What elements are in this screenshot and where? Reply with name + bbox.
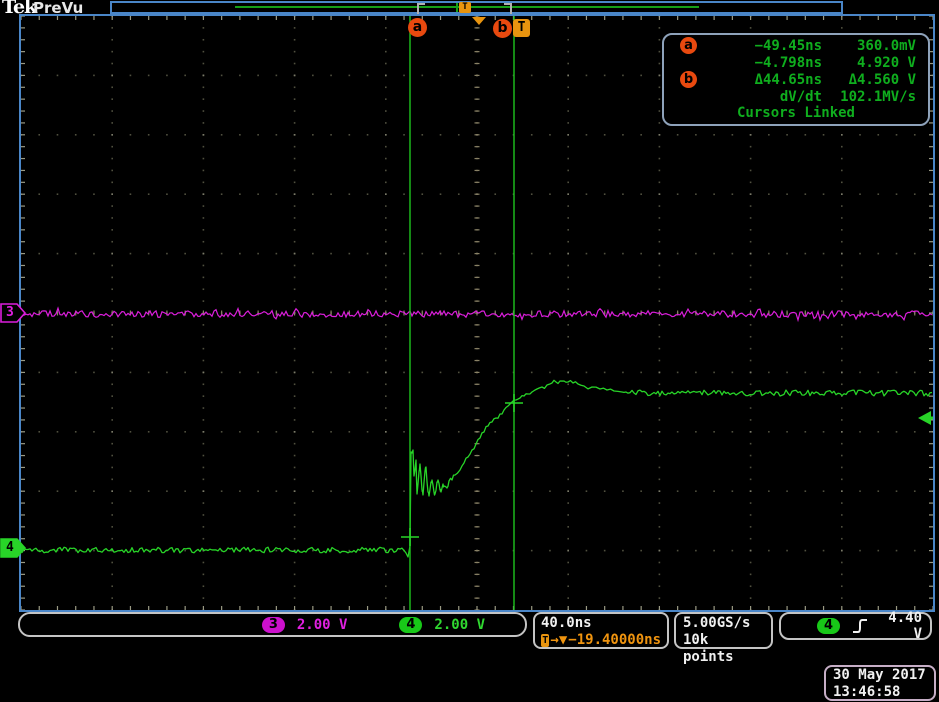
sample-rate: 5.00GS/s <box>683 615 764 632</box>
acquisition-overview-bar[interactable]: T <box>110 1 843 14</box>
cursor-a-time: −49.45ns <box>714 38 822 54</box>
overview-trigger-tick <box>456 3 458 12</box>
time-value: 13:46:58 <box>833 684 927 701</box>
channel-3-reference-marker[interactable]: 3 <box>0 303 27 323</box>
trigger-position-badge[interactable]: T <box>513 19 530 37</box>
channel-3-badge[interactable]: 3 <box>262 617 285 633</box>
horizontal-settings-box[interactable]: 40.0ns T →▼ −19.40000ns <box>533 612 669 649</box>
delay-arrow-icon: →▼ <box>550 632 567 648</box>
cursor-b-time: −4.798ns <box>714 55 822 71</box>
datetime-box: 30 May 2017 13:46:58 <box>824 665 936 701</box>
cursor-b-badge[interactable]: b <box>493 19 512 38</box>
trigger-delay-value: −19.40000ns <box>568 632 661 648</box>
channel-3-marker-label: 3 <box>6 305 14 321</box>
oscilloscope-screen: Tek PreVu T a b T 3 4 a −49.45ns 360.0mV <box>0 0 939 702</box>
acquisition-settings-box[interactable]: 5.00GS/s 10k points <box>674 612 773 649</box>
channel-4-scale: 2.00 V <box>434 617 485 633</box>
cursor-b-values-row: −4.798ns 4.920 V <box>664 54 928 71</box>
cursor-readout-panel[interactable]: a −49.45ns 360.0mV −4.798ns 4.920 V b Δ4… <box>662 33 930 126</box>
dvdt-label: dV/dt <box>714 89 822 105</box>
cursor-b-row-badge: b <box>680 71 697 88</box>
channel-scales-box[interactable]: 3 2.00 V 4 2.00 V <box>18 612 527 637</box>
channel-4-marker-label: 4 <box>6 540 14 556</box>
trigger-source-badge: 4 <box>817 618 840 634</box>
channel-4-badge[interactable]: 4 <box>399 617 422 633</box>
channel-4-reference-marker[interactable]: 4 <box>0 538 27 558</box>
timebase-scale: 40.0ns <box>541 615 661 632</box>
channel-3-scale: 2.00 V <box>297 617 348 633</box>
overview-trigger-flag[interactable]: T <box>459 2 471 13</box>
cursor-delta-row: b Δ44.65ns Δ4.560 V <box>664 71 928 88</box>
delta-time: Δ44.65ns <box>714 72 822 88</box>
cursor-a-voltage: 360.0mV <box>822 38 928 54</box>
cursors-linked-status: Cursors Linked <box>664 105 928 122</box>
dvdt-value: 102.1MV/s <box>822 89 928 105</box>
cursor-a-row: a −49.45ns 360.0mV <box>664 37 928 54</box>
cursor-b-voltage: 4.920 V <box>822 55 928 71</box>
delta-voltage: Δ4.560 V <box>822 72 928 88</box>
date-value: 30 May 2017 <box>833 667 927 684</box>
trigger-t-icon: T <box>541 634 549 647</box>
record-length: 10k points <box>683 632 764 666</box>
rising-edge-icon <box>850 616 872 636</box>
trigger-level-value: 4.40 V <box>872 610 930 642</box>
cursor-a-badge[interactable]: a <box>408 18 427 37</box>
dvdt-row: dV/dt 102.1MV/s <box>664 88 928 105</box>
cursor-a-row-badge: a <box>680 37 697 54</box>
trigger-settings-box[interactable]: 4 4.40 V <box>779 612 932 640</box>
